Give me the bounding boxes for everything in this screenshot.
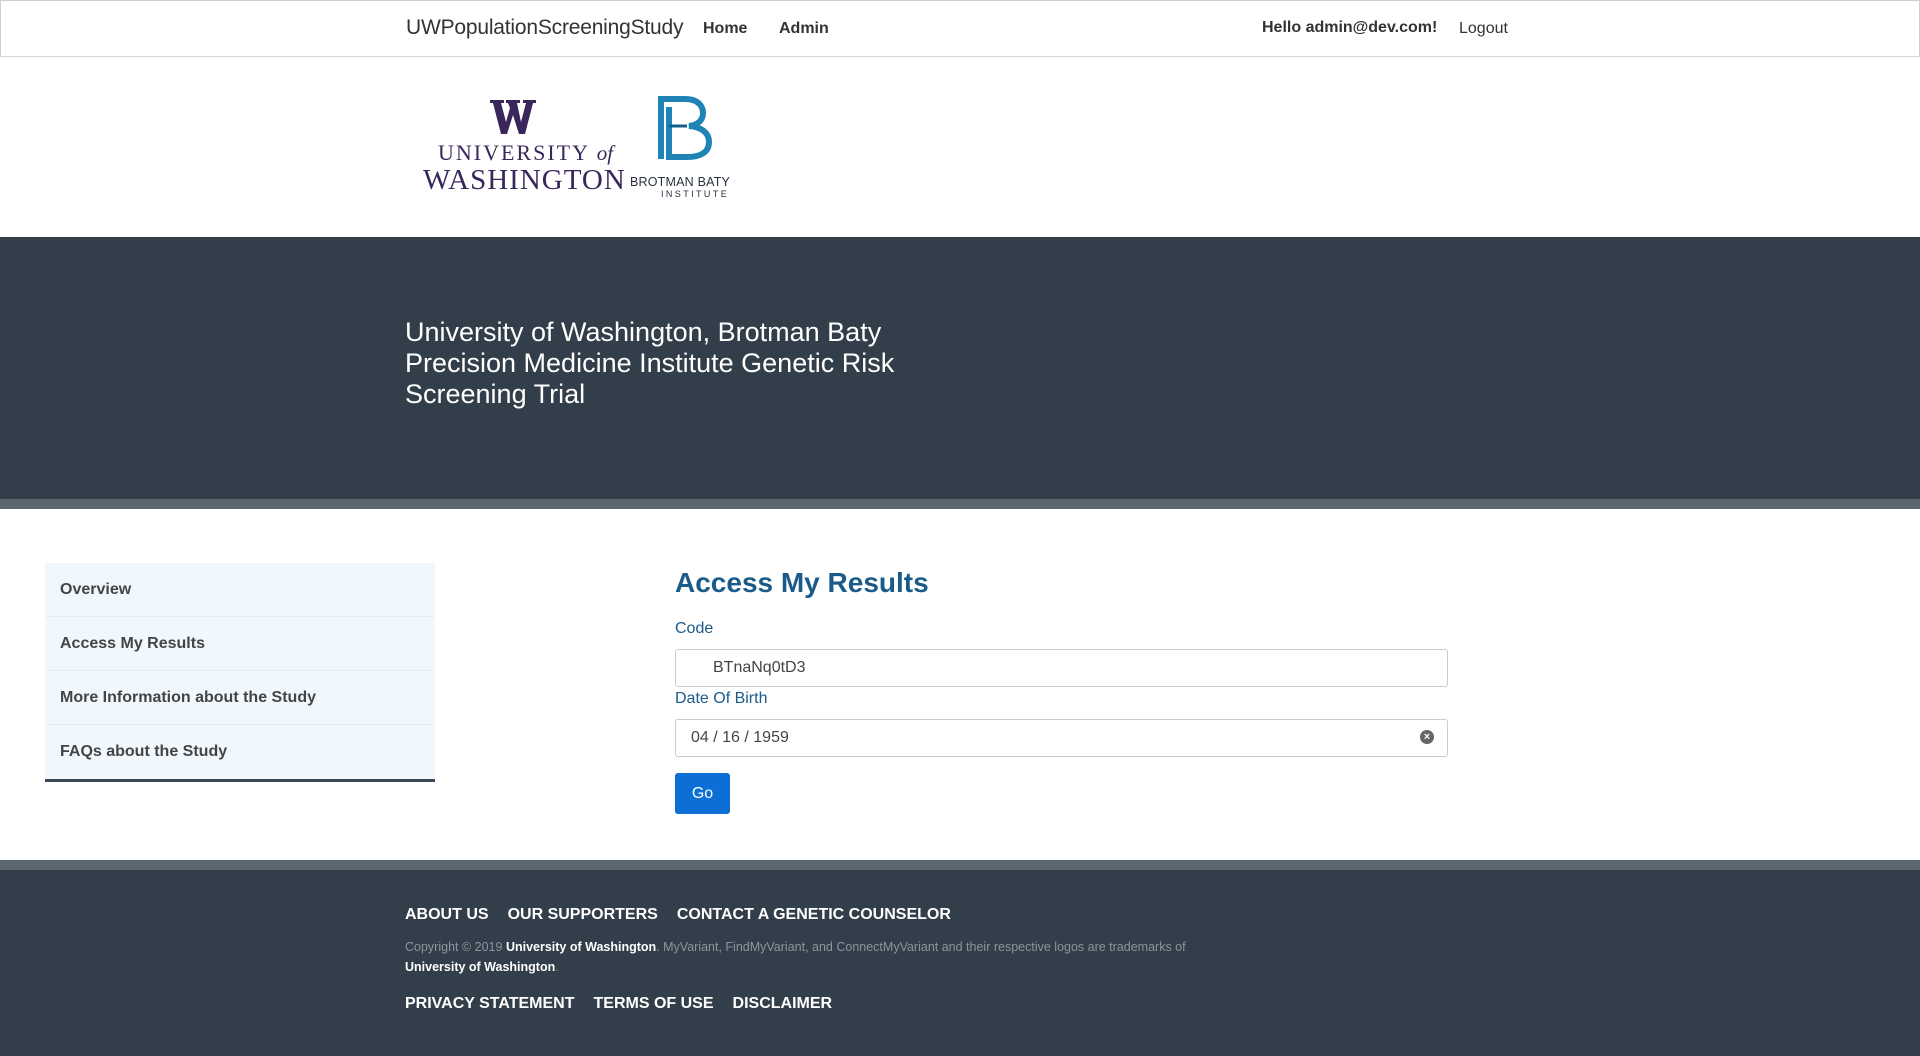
code-input[interactable] <box>675 649 1448 687</box>
sidebar-item-more-information[interactable]: More Information about the Study <box>45 671 435 725</box>
top-navbar: UWPopulationScreeningStudy Home Admin He… <box>0 0 1920 57</box>
nav-home-link[interactable]: Home <box>703 20 747 38</box>
copyright-text: Copyright © 2019 University of Washingto… <box>405 940 1186 974</box>
sidebar-item-overview[interactable]: Overview <box>45 563 435 617</box>
footer-link-disclaimer[interactable]: DISCLAIMER <box>733 995 833 1013</box>
sidebar-item-access-my-results[interactable]: Access My Results <box>45 617 435 671</box>
user-greeting: Hello admin@dev.com! <box>1262 19 1438 36</box>
bbi-logo-line2: INSTITUTE <box>661 189 730 199</box>
footer-links-bottom: PRIVACY STATEMENT TERMS OF USE DISCLAIME… <box>405 995 832 1013</box>
uw-w-icon <box>490 100 536 134</box>
sidebar-nav: Overview Access My Results More Informat… <box>45 563 435 782</box>
footer-divider <box>0 860 1920 870</box>
dob-label: Date Of Birth <box>675 690 768 707</box>
uw-logo-line2: WASHINGTON <box>423 164 626 196</box>
uw-logo: UNIVERSITY of WASHINGTON <box>420 100 625 196</box>
go-button[interactable]: Go <box>675 773 730 814</box>
footer-link-terms[interactable]: TERMS OF USE <box>594 995 714 1013</box>
dob-input[interactable] <box>675 719 1448 757</box>
code-label: Code <box>675 620 714 637</box>
logout-link[interactable]: Logout <box>1459 20 1508 38</box>
hero-banner <box>0 237 1920 499</box>
sidebar-item-faqs[interactable]: FAQs about the Study <box>45 725 435 779</box>
copyright-org-link[interactable]: University of Washington <box>506 940 656 954</box>
form-title: Access My Results <box>675 567 929 598</box>
nav-admin-link[interactable]: Admin <box>779 20 829 38</box>
footer-links-top: ABOUT US OUR SUPPORTERS CONTACT A GENETI… <box>405 906 951 924</box>
brotman-baty-b-icon <box>658 96 713 160</box>
footer-link-about-us[interactable]: ABOUT US <box>405 906 489 924</box>
clear-date-icon[interactable]: × <box>1420 730 1434 744</box>
logo-band <box>0 57 1920 237</box>
brand-link[interactable]: UWPopulationScreeningStudy <box>406 16 683 40</box>
footer-link-contact-counselor[interactable]: CONTACT A GENETIC COUNSELOR <box>677 906 951 924</box>
brotman-baty-logo: BROTMAN BATY INSTITUTE <box>628 95 738 201</box>
uw-logo-line1: UNIVERSITY of <box>438 140 614 165</box>
page-title: University of Washington, Brotman Baty P… <box>405 317 895 409</box>
footer-link-privacy[interactable]: PRIVACY STATEMENT <box>405 995 575 1013</box>
footer-link-our-supporters[interactable]: OUR SUPPORTERS <box>508 906 658 924</box>
bbi-logo-line1: BROTMAN BATY <box>630 175 731 189</box>
hero-divider <box>0 499 1920 509</box>
copyright-org-link-2[interactable]: University of Washington <box>405 960 555 974</box>
